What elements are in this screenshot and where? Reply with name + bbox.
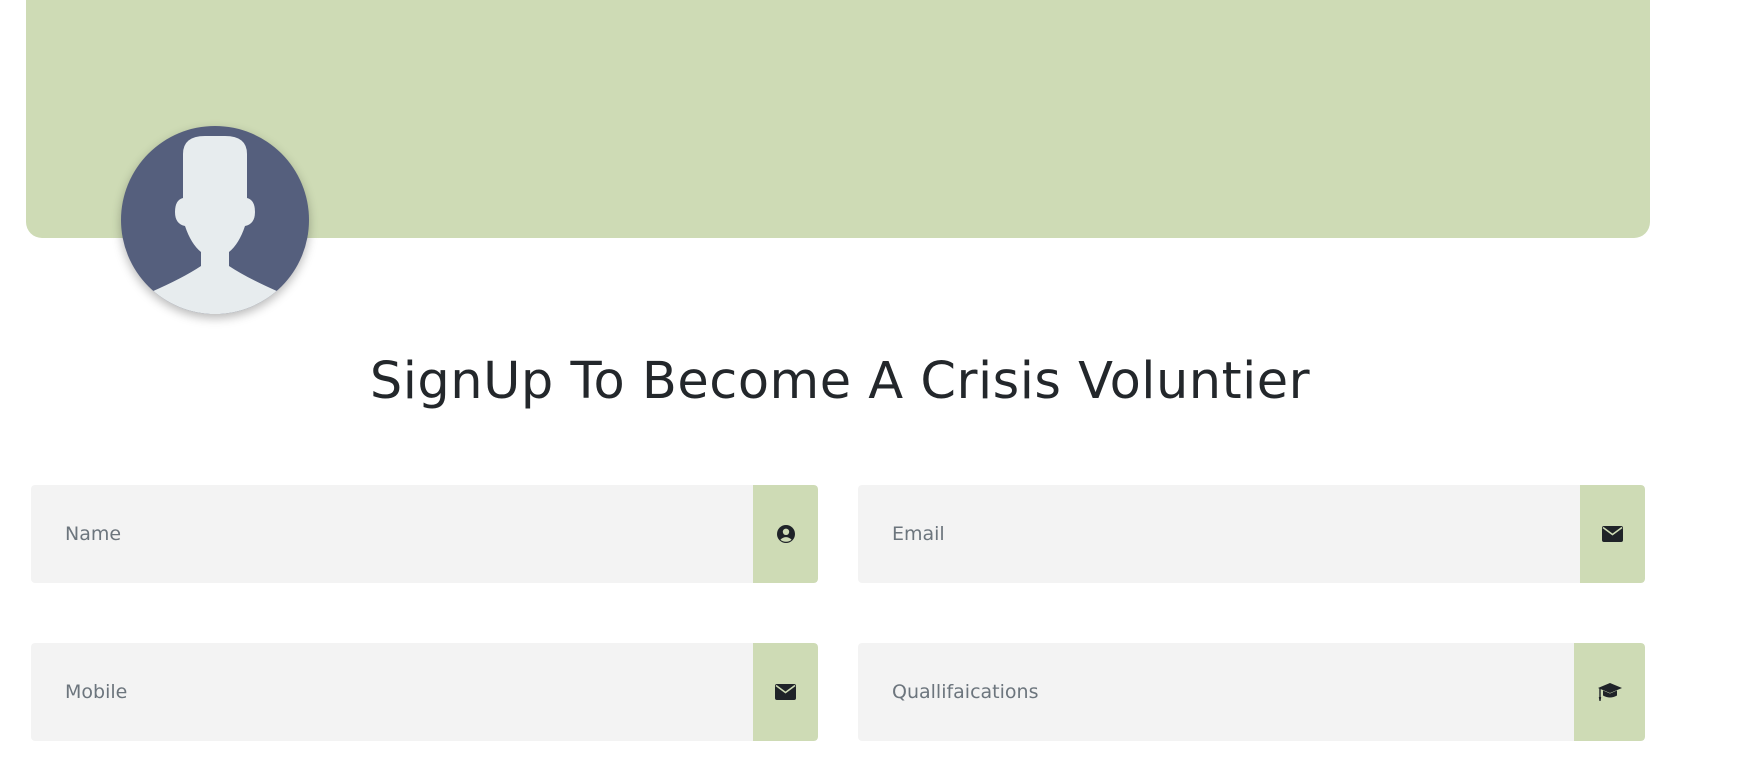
name-addon [753, 485, 818, 583]
mobile-field[interactable]: Mobile [31, 643, 818, 741]
qualifications-placeholder[interactable]: Quallifaications [892, 643, 1038, 741]
signup-page: SignUp To Become A Crisis Voluntier Name… [0, 0, 1740, 780]
graduation-cap-icon [1597, 683, 1622, 701]
user-circle-icon [776, 525, 795, 543]
qualifications-addon [1574, 643, 1645, 741]
page-title: SignUp To Become A Crisis Voluntier [369, 352, 1311, 411]
avatar [121, 126, 309, 314]
email-placeholder[interactable]: Email [892, 485, 945, 583]
name-field[interactable]: Name [31, 485, 818, 583]
mobile-addon [753, 643, 818, 741]
mobile-placeholder[interactable]: Mobile [65, 643, 127, 741]
user-silhouette-icon [135, 136, 295, 314]
name-placeholder[interactable]: Name [65, 485, 121, 583]
qualifications-field[interactable]: Quallifaications [858, 643, 1645, 741]
envelope-icon [1602, 526, 1623, 542]
email-addon [1580, 485, 1645, 583]
email-field[interactable]: Email [858, 485, 1645, 583]
envelope-icon [775, 684, 796, 700]
